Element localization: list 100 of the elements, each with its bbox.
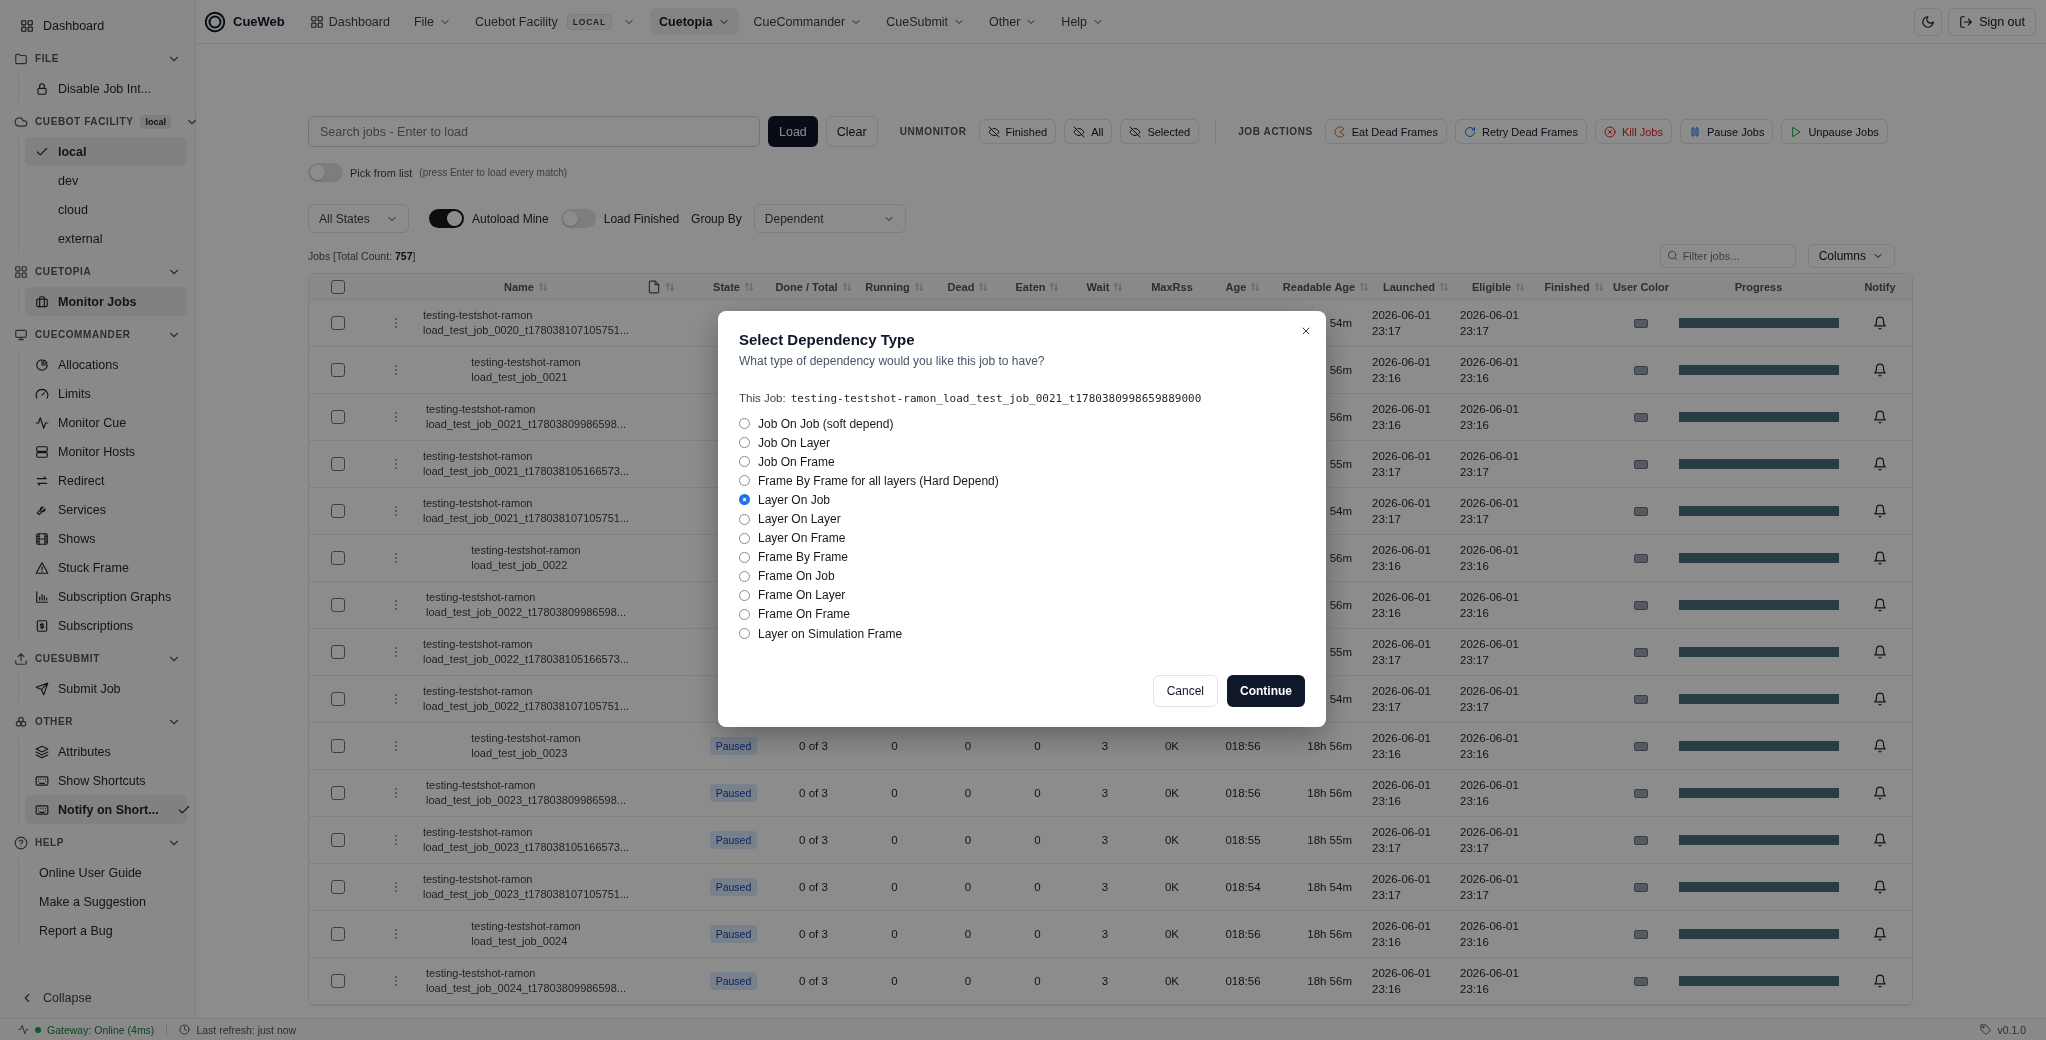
color-swatch[interactable] (1634, 694, 1648, 704)
bell-icon[interactable] (1873, 927, 1887, 941)
checkbox[interactable] (330, 504, 345, 518)
nav-menu[interactable]: Cuebot Facility LOCAL (466, 8, 645, 35)
section-header[interactable]: CUEBOT FACILITY local (10, 106, 187, 137)
bell-icon[interactable] (1873, 692, 1887, 706)
toggle-switch[interactable] (560, 209, 596, 228)
section-header[interactable]: HELP (10, 827, 187, 858)
sidebar-item[interactable]: cloud (25, 195, 187, 224)
radio-label[interactable]: Job On Frame (758, 454, 835, 469)
nav-menu[interactable]: Cuetopia (650, 8, 739, 35)
radio-button[interactable] (739, 475, 750, 487)
unmonitor-button[interactable]: Selected (1120, 119, 1200, 144)
search-field[interactable]: Search jobs - Enter to load (308, 116, 760, 147)
nav-menu[interactable]: CueSubmit (877, 8, 975, 35)
radio-button[interactable] (739, 628, 750, 640)
color-swatch[interactable] (1634, 788, 1648, 798)
column-header[interactable]: Name (504, 280, 548, 293)
sidebar-item[interactable]: Online User Guide (25, 858, 187, 887)
radio-label[interactable]: Frame By Frame for all layers (Hard Depend) (758, 473, 999, 488)
bell-icon[interactable] (1873, 410, 1887, 424)
job-action-button[interactable]: Kill Jobs (1594, 119, 1672, 144)
radio-label[interactable]: Layer on Simulation Frame (758, 626, 903, 641)
color-swatch[interactable] (1634, 600, 1648, 610)
checkbox[interactable] (330, 880, 345, 894)
sidebar-item[interactable]: Make a Suggestion (25, 887, 187, 916)
nav-menu[interactable]: Other (980, 8, 1047, 35)
cancel-button[interactable]: Cancel (1152, 675, 1218, 707)
color-swatch[interactable] (1634, 835, 1648, 845)
group-by-select[interactable]: Dependent (753, 204, 906, 233)
sidebar-item[interactable]: Attributes (25, 737, 187, 766)
sidebar-item[interactable]: Services (25, 495, 187, 524)
bell-icon[interactable] (1873, 786, 1887, 800)
radio-button[interactable] (739, 513, 750, 525)
toggle-switch[interactable] (429, 209, 464, 228)
checkbox[interactable] (330, 645, 345, 659)
column-header[interactable]: Running (865, 280, 924, 293)
radio-button[interactable] (739, 532, 750, 544)
color-swatch[interactable] (1634, 929, 1648, 939)
color-swatch[interactable] (1634, 365, 1648, 375)
radio-label[interactable]: Layer On Layer (758, 512, 841, 526)
toggle-switch[interactable] (308, 163, 343, 182)
filter-field[interactable]: Filter jobs... (1659, 244, 1796, 268)
color-swatch[interactable] (1634, 882, 1648, 892)
radio-label[interactable]: Layer On Job (758, 492, 831, 507)
checkbox[interactable] (330, 457, 345, 471)
column-header[interactable]: Age (1225, 280, 1261, 293)
bell-icon[interactable] (1873, 833, 1887, 847)
load-button[interactable]: Load (768, 116, 818, 147)
radio-label[interactable]: Job On Job (soft depend) (758, 416, 894, 431)
radio-button[interactable] (739, 570, 750, 582)
radio-label[interactable]: Frame On Frame (758, 607, 850, 622)
nav-menu[interactable]: CueCommander (744, 8, 872, 35)
checkbox[interactable] (330, 692, 345, 706)
color-swatch[interactable] (1634, 412, 1648, 422)
section-header[interactable]: CUETOPIA (10, 256, 187, 287)
continue-button[interactable]: Continue (1227, 675, 1305, 707)
column-header[interactable]: Done / Total (775, 280, 852, 293)
radio-button[interactable] (739, 418, 750, 430)
sidebar-item[interactable]: Report a Bug (25, 916, 187, 945)
column-header[interactable]: Eligible (1471, 280, 1526, 293)
radio-button[interactable] (739, 609, 750, 620)
job-action-button[interactable]: Unpause Jobs (1781, 119, 1888, 144)
checkbox[interactable] (330, 927, 345, 941)
checkbox[interactable] (330, 410, 345, 424)
sidebar-item[interactable]: Limits (25, 379, 187, 408)
sidebar-item[interactable]: Dashboard (10, 11, 187, 40)
sidebar-item[interactable]: Monitor Hosts (25, 437, 187, 466)
color-swatch[interactable] (1634, 647, 1648, 657)
sidebar-item[interactable]: Stuck Frame (25, 553, 187, 582)
radio-button[interactable] (739, 456, 750, 468)
sidebar-item[interactable]: Subscription Graphs (25, 582, 187, 611)
state-select[interactable]: All States (308, 204, 409, 233)
checkbox[interactable] (330, 974, 345, 988)
bell-icon[interactable] (1873, 645, 1887, 659)
bell-icon[interactable] (1873, 551, 1887, 565)
column-header[interactable]: Finished (1544, 280, 1604, 293)
color-swatch[interactable] (1634, 553, 1648, 563)
color-swatch[interactable] (1634, 976, 1648, 986)
column-header[interactable]: Dead (947, 280, 989, 293)
bell-icon[interactable] (1873, 316, 1887, 330)
bell-icon[interactable] (1873, 880, 1887, 894)
sidebar-item[interactable]: Show Shortcuts (25, 766, 187, 795)
radio-label[interactable]: Job On Layer (758, 435, 831, 450)
bell-icon[interactable] (1873, 974, 1887, 988)
sidebar-item[interactable]: Notify on Short... (25, 795, 187, 824)
sign-out-button[interactable]: Sign out (1948, 7, 2036, 36)
collapse-button[interactable]: Collapse (10, 983, 187, 1012)
radio-label[interactable]: Frame On Job (758, 569, 835, 584)
checkbox[interactable] (330, 739, 345, 753)
nav-menu[interactable]: Dashboard (300, 8, 399, 35)
checkbox[interactable] (330, 786, 345, 800)
checkbox[interactable] (330, 363, 345, 377)
nav-menu[interactable]: File (404, 8, 461, 35)
job-action-button[interactable]: Retry Dead Frames (1455, 119, 1587, 144)
checkbox[interactable] (330, 833, 345, 847)
checkbox[interactable] (330, 598, 345, 612)
color-swatch[interactable] (1634, 506, 1648, 516)
theme-toggle-button[interactable] (1914, 7, 1943, 36)
section-header[interactable]: CUESUBMIT (10, 643, 187, 674)
